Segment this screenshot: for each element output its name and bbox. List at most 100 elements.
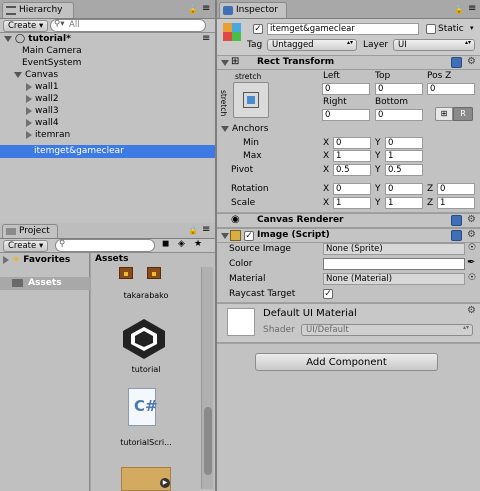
gear-icon[interactable]: ⚙ — [467, 306, 477, 316]
add-component-button[interactable]: Add Component — [255, 353, 438, 371]
asset-item[interactable]: C# tutorialScri... — [91, 388, 201, 453]
expand-arrow-icon[interactable] — [4, 35, 12, 42]
scrollbar-thumb[interactable] — [204, 407, 212, 475]
lock-icon[interactable]: 🔒 — [188, 5, 198, 14]
help-icon[interactable] — [451, 215, 462, 226]
filter-label-icon[interactable]: ◈ — [178, 239, 185, 249]
menu-icon[interactable]: ≡ — [202, 224, 210, 235]
z-label: Z — [427, 184, 434, 194]
scale-z-field[interactable]: 1 — [437, 197, 475, 209]
material-label: Material — [229, 274, 266, 284]
rect-transform-icon: ⊞ — [231, 56, 240, 67]
anchor-min-x-field[interactable]: 0 — [333, 137, 371, 149]
expand-arrow-icon[interactable] — [221, 233, 229, 239]
shader-label: Shader — [263, 325, 295, 335]
shader-dropdown[interactable]: UI/Default — [301, 324, 473, 336]
material-name: Default UI Material — [263, 308, 357, 319]
image-enabled-checkbox[interactable]: ✓ — [244, 231, 254, 241]
asset-item[interactable]: ▶ — [91, 467, 201, 491]
lock-icon[interactable]: 🔒 — [188, 226, 198, 235]
filter-type-icon[interactable]: ◼ — [162, 239, 169, 249]
asset-item[interactable]: tutorial — [91, 313, 201, 378]
anchor-presets-button[interactable] — [233, 82, 269, 118]
hierarchy-item-selected[interactable]: itemget&gameclear — [0, 145, 215, 158]
object-name: itemget&gameclear — [270, 24, 355, 34]
anchor-max-y-field[interactable]: 1 — [385, 150, 423, 162]
scale-y-field[interactable]: 1 — [385, 197, 423, 209]
hierarchy-tabbar: Hierarchy 🔒 ≡ — [0, 0, 215, 19]
help-icon[interactable] — [451, 57, 462, 68]
blueprint-mode-button[interactable]: ⊞ — [435, 107, 453, 121]
hierarchy-create-button[interactable]: Create ▾ — [3, 20, 49, 32]
favorites-item[interactable]: ★ Favorites — [0, 254, 90, 267]
scale-x-field[interactable]: 1 — [333, 197, 371, 209]
rect-transform-header[interactable]: ⊞ Rect Transform ⚙ — [217, 55, 480, 70]
anchor-min-y-field[interactable]: 0 — [385, 137, 423, 149]
gear-icon[interactable]: ⚙ — [467, 215, 477, 225]
rotation-x-field[interactable]: 0 — [333, 183, 371, 195]
canvas-renderer-header[interactable]: ◉ Canvas Renderer ⚙ — [217, 213, 480, 228]
assets-scrollbar[interactable] — [201, 267, 213, 489]
menu-icon[interactable]: ≡ — [468, 3, 476, 14]
gear-icon[interactable]: ⚙ — [467, 230, 477, 240]
object-picker-icon[interactable]: ☉ — [468, 273, 476, 283]
project-search-input[interactable]: ⚲ — [55, 239, 155, 252]
top-field[interactable]: 0 — [375, 83, 423, 95]
collapse-arrow-icon[interactable] — [3, 255, 9, 264]
asset-item[interactable]: takarabako — [91, 267, 201, 307]
help-icon[interactable] — [451, 230, 462, 241]
z-label: Z — [427, 198, 434, 208]
eyedropper-icon[interactable]: ✒ — [467, 257, 475, 268]
expand-arrow-icon[interactable] — [14, 71, 22, 78]
project-tab-label: Project — [19, 226, 50, 236]
anchors-foldout[interactable]: Anchors — [221, 123, 268, 136]
pivot-y-field[interactable]: 0.5 — [385, 164, 423, 176]
anchor-max-x-field[interactable]: 1 — [333, 150, 371, 162]
expand-arrow-icon[interactable] — [221, 60, 229, 66]
left-field[interactable]: 0 — [322, 83, 370, 95]
expand-arrow-icon[interactable] — [221, 125, 229, 132]
object-name-field[interactable]: itemget&gameclear — [267, 23, 419, 35]
hierarchy-item[interactable]: itemran — [0, 129, 215, 142]
bottom-field[interactable]: 0 — [375, 109, 423, 121]
raw-edit-button[interactable]: R — [453, 107, 473, 121]
layer-dropdown[interactable]: UI — [393, 39, 475, 51]
static-checkbox[interactable] — [426, 24, 436, 34]
project-create-button[interactable]: Create ▾ — [3, 240, 49, 252]
collapse-arrow-icon[interactable] — [26, 82, 32, 91]
right-label: Right — [323, 97, 347, 107]
hierarchy-search-input[interactable]: ⚲▾ All — [50, 19, 206, 32]
raycast-target-checkbox[interactable]: ✓ — [323, 289, 333, 299]
collapse-arrow-icon[interactable] — [26, 118, 32, 127]
tag-value: Untagged — [272, 40, 314, 50]
inspector-tab[interactable]: Inspector — [219, 2, 287, 18]
rect-transform-body: stretch stretch Left Top Pos Z 0 0 0 Rig… — [217, 70, 480, 212]
collapse-arrow-icon[interactable] — [26, 94, 32, 103]
right-field[interactable]: 0 — [322, 109, 370, 121]
tag-dropdown[interactable]: Untagged — [267, 39, 357, 51]
favorite-star-icon[interactable]: ★ — [194, 239, 202, 249]
object-picker-icon[interactable]: ☉ — [468, 243, 476, 253]
source-image-field[interactable]: None (Sprite) — [323, 243, 465, 255]
dropdown-arrow-icon[interactable]: ▾ — [470, 24, 474, 32]
scene-menu-icon[interactable]: ≡ — [202, 33, 210, 44]
rotation-y-field[interactable]: 0 — [385, 183, 423, 195]
assets-folder-item[interactable]: Assets — [0, 277, 90, 290]
menu-icon[interactable]: ≡ — [202, 3, 210, 14]
assets-label: Assets — [28, 278, 62, 288]
left-label: Left — [323, 71, 340, 81]
gear-icon[interactable]: ⚙ — [467, 57, 477, 67]
color-swatch[interactable] — [323, 258, 465, 270]
collapse-arrow-icon[interactable] — [26, 130, 32, 139]
lock-icon[interactable]: 🔒 — [454, 5, 464, 14]
project-tab[interactable]: Project — [2, 224, 58, 238]
pivot-x-field[interactable]: 0.5 — [333, 164, 371, 176]
rotation-z-field[interactable]: 0 — [437, 183, 475, 195]
posz-field[interactable]: 0 — [427, 83, 475, 95]
collapse-arrow-icon[interactable] — [26, 106, 32, 115]
active-checkbox[interactable]: ✓ — [253, 24, 263, 34]
image-component-header[interactable]: ✓ Image (Script) ⚙ — [217, 228, 480, 243]
value: 0 — [336, 184, 342, 194]
material-field[interactable]: None (Material) — [323, 273, 465, 285]
hierarchy-tab[interactable]: Hierarchy — [2, 2, 74, 18]
